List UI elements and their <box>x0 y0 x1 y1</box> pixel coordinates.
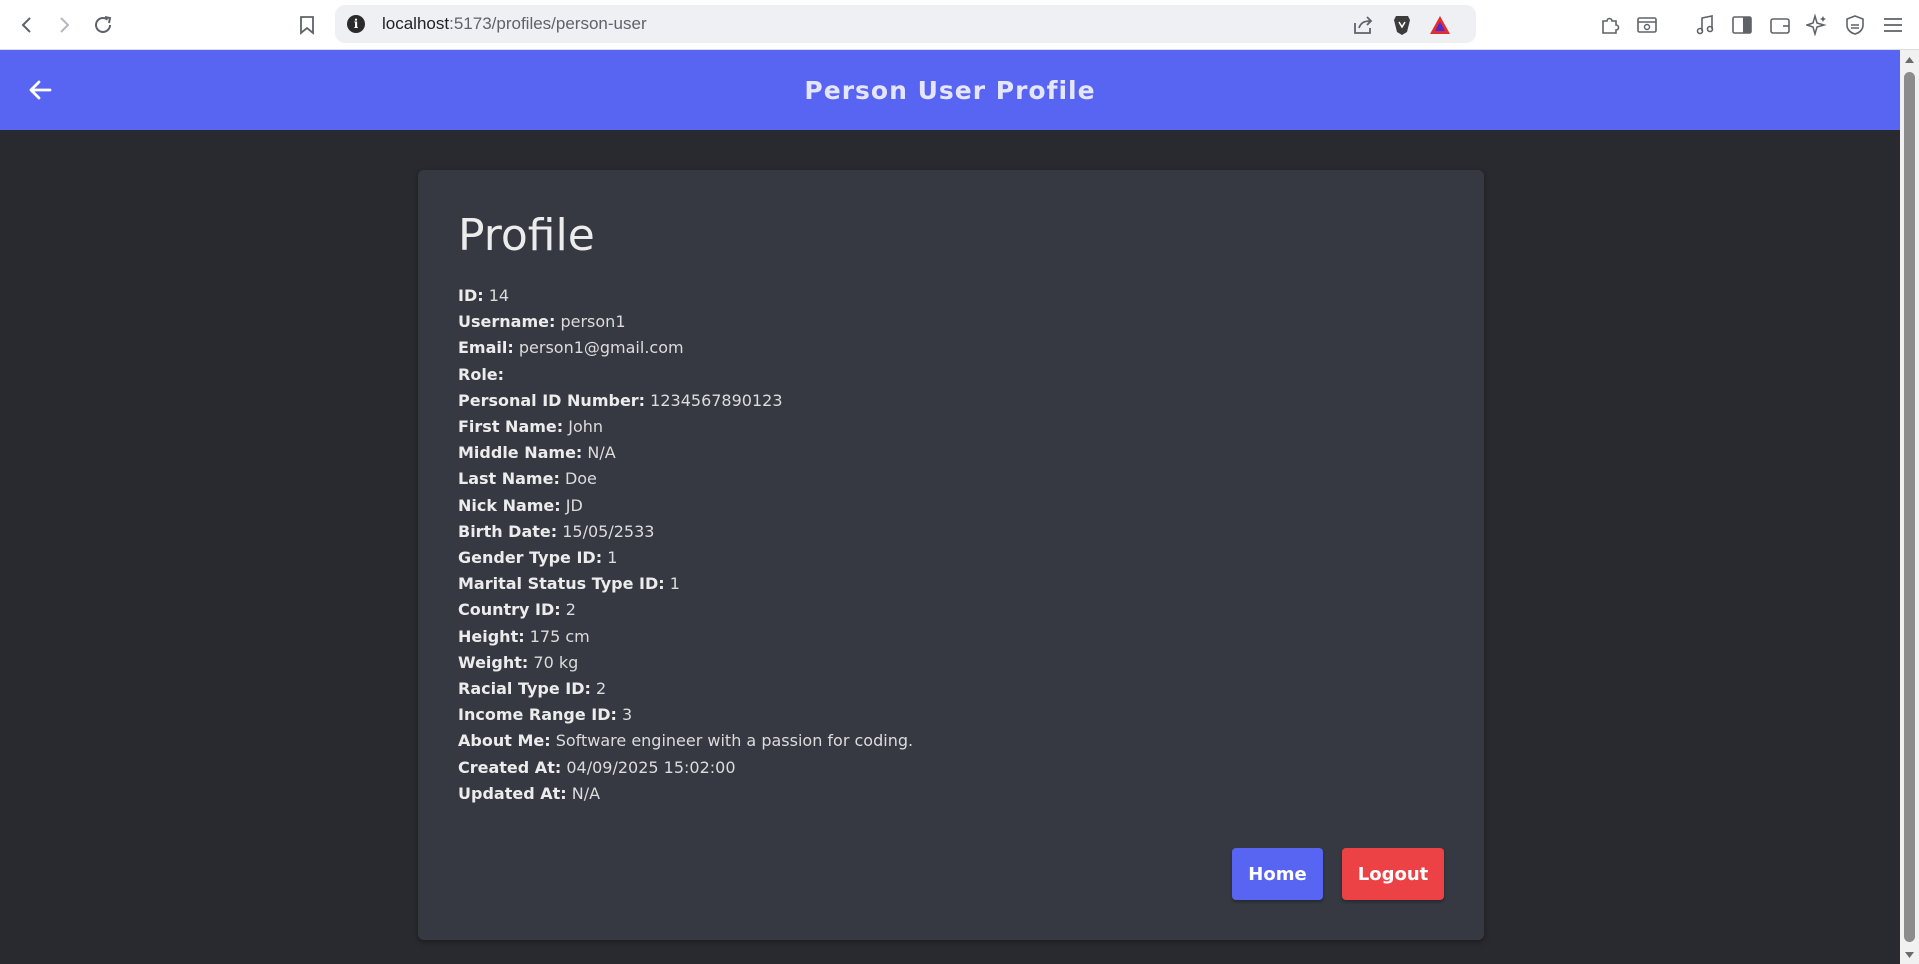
wallet-icon[interactable] <box>1767 12 1793 38</box>
field-label: Created At: <box>458 757 562 777</box>
arrow-left-icon <box>29 80 52 100</box>
sidebar-icon[interactable] <box>1729 12 1755 38</box>
field-value: N/A <box>571 783 601 803</box>
url-host: localhost <box>382 14 450 33</box>
field-nick-name: Nick Name: JD <box>458 493 913 519</box>
field-value: person1@gmail.com <box>518 338 684 358</box>
field-last-name: Last Name: Doe <box>458 466 913 492</box>
browser-reload-button[interactable] <box>88 10 118 40</box>
browser-toolbar: i localhost:5173/profiles/person-user <box>0 0 1919 50</box>
search-page-icon[interactable] <box>1634 12 1660 38</box>
app-header: Person User Profile <box>0 50 1900 130</box>
field-birth-date: Birth Date: 15/05/2533 <box>458 519 913 545</box>
field-value: 70 kg <box>533 652 579 672</box>
field-label: Marital Status Type ID: <box>458 574 665 594</box>
field-label: Birth Date: <box>458 521 558 541</box>
field-value: 175 cm <box>529 626 590 646</box>
field-marital-status-type-id: Marital Status Type ID: 1 <box>458 571 913 597</box>
music-note-icon[interactable] <box>1692 12 1718 38</box>
scroll-up-icon[interactable] <box>1904 54 1915 65</box>
field-label: About Me: <box>458 731 551 751</box>
field-label: Weight: <box>458 652 529 672</box>
field-value: John <box>568 417 604 437</box>
field-email: Email: person1@gmail.com <box>458 335 913 361</box>
browser-back-button[interactable] <box>12 10 42 40</box>
field-label: Height: <box>458 626 525 646</box>
page-title: Person User Profile <box>804 75 1096 105</box>
field-username: Username: person1 <box>458 309 913 335</box>
brave-shield-icon[interactable] <box>1391 14 1413 36</box>
field-gender-type-id: Gender Type ID: 1 <box>458 545 913 571</box>
field-label: Updated At: <box>458 783 567 803</box>
field-label: Email: <box>458 338 514 358</box>
home-button[interactable]: Home <box>1232 848 1323 900</box>
field-income-range-id: Income Range ID: 3 <box>458 702 913 728</box>
brave-rewards-icon[interactable] <box>1429 14 1451 36</box>
reload-icon <box>95 16 112 33</box>
field-value: N/A <box>587 443 616 463</box>
hamburger-menu-icon[interactable] <box>1880 12 1906 38</box>
share-icon[interactable] <box>1352 14 1374 36</box>
field-first-name: First Name: John <box>458 414 913 440</box>
field-label: Country ID: <box>458 600 561 620</box>
field-label: Personal ID Number: <box>458 390 646 410</box>
field-value: 04/09/2025 15:02:00 <box>566 757 736 777</box>
profile-card: Profile ID: 14 Username: person1 Email: … <box>418 170 1484 940</box>
field-role: Role: <box>458 362 913 388</box>
field-weight: Weight: 70 kg <box>458 650 913 676</box>
vpn-shield-icon[interactable] <box>1842 12 1868 38</box>
field-label: First Name: <box>458 417 564 437</box>
field-value: 1 <box>607 548 618 568</box>
field-label: Last Name: <box>458 469 560 489</box>
field-value: 14 <box>488 286 510 305</box>
field-value: person1 <box>560 312 626 332</box>
field-value: JD <box>565 495 583 515</box>
address-bar[interactable]: i localhost:5173/profiles/person-user <box>335 5 1476 43</box>
field-label: Income Range ID: <box>458 705 617 725</box>
field-updated-at: Updated At: N/A <box>458 781 913 807</box>
field-value: 15/05/2533 <box>562 521 655 541</box>
profile-fields: ID: 14 Username: person1 Email: person1@… <box>458 283 913 807</box>
logout-button[interactable]: Logout <box>1342 848 1444 900</box>
bookmark-button[interactable] <box>292 10 322 40</box>
url-text: localhost:5173/profiles/person-user <box>382 14 647 34</box>
scroll-down-icon[interactable] <box>1904 949 1915 960</box>
chevron-right-icon <box>60 17 70 33</box>
field-id: ID: 14 <box>458 283 913 309</box>
field-label: Role: <box>458 364 505 384</box>
field-value: 1 <box>669 574 680 594</box>
field-label: Gender Type ID: <box>458 548 603 568</box>
field-created-at: Created At: 04/09/2025 15:02:00 <box>458 755 913 781</box>
field-country-id: Country ID: 2 <box>458 597 913 623</box>
bookmark-icon <box>300 16 314 35</box>
field-value: Software engineer with a passion for cod… <box>555 731 914 751</box>
profile-heading: Profile <box>458 210 595 261</box>
field-value: 1234567890123 <box>650 390 783 410</box>
url-path: :5173/profiles/person-user <box>449 14 647 33</box>
field-label: Nick Name: <box>458 495 561 515</box>
field-about-me: About Me: Software engineer with a passi… <box>458 728 913 754</box>
field-label: Racial Type ID: <box>458 679 591 699</box>
field-label: Middle Name: <box>458 443 583 463</box>
field-label: ID: <box>458 286 484 305</box>
browser-forward-button[interactable] <box>49 10 79 40</box>
field-height: Height: 175 cm <box>458 624 913 650</box>
field-value: Doe <box>564 469 597 489</box>
info-icon[interactable]: i <box>347 15 365 33</box>
sparkle-icon[interactable] <box>1804 12 1830 38</box>
field-label: Username: <box>458 312 556 332</box>
field-value: 3 <box>622 705 633 725</box>
field-personal-id-number: Personal ID Number: 1234567890123 <box>458 388 913 414</box>
back-button[interactable] <box>24 74 56 106</box>
field-middle-name: Middle Name: N/A <box>458 440 913 466</box>
field-value: 2 <box>565 600 576 620</box>
chevron-left-icon <box>21 17 31 33</box>
scrollbar-thumb[interactable] <box>1904 72 1915 942</box>
field-value: 2 <box>595 679 607 699</box>
puzzle-icon[interactable] <box>1597 12 1623 38</box>
field-racial-type-id: Racial Type ID: 2 <box>458 676 913 702</box>
